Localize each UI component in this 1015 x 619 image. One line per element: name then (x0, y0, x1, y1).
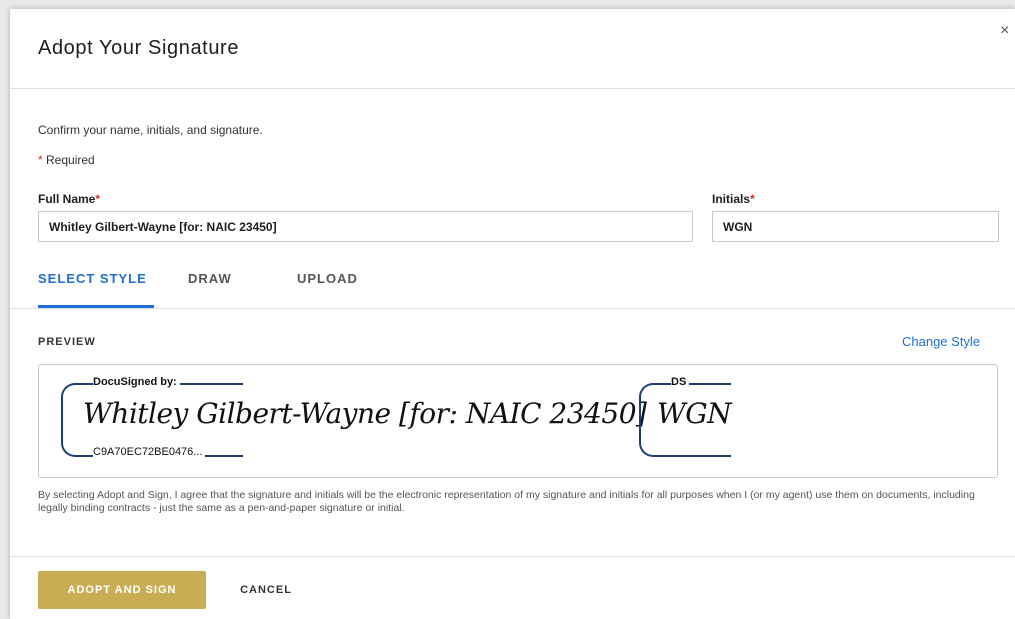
initials-required-star: * (750, 192, 755, 206)
signature-code: C9A70EC72BE0476... (93, 446, 206, 458)
dialog-header: Adopt Your Signature (10, 9, 1015, 89)
signature-header: DocuSigned by: (93, 376, 180, 388)
legal-disclaimer: By selecting Adopt and Sign, I agree tha… (38, 489, 975, 514)
required-label: Required (42, 153, 95, 167)
signature-text: Whitley Gilbert-Wayne [for: NAIC 23450] (83, 397, 647, 430)
tabs-divider (10, 308, 1015, 309)
change-style-link[interactable]: Change Style (902, 334, 980, 349)
required-note: * Required (38, 153, 95, 167)
signature-preview-box: DocuSigned by: Whitley Gilbert-Wayne [fo… (38, 364, 998, 478)
adopt-and-sign-button[interactable]: ADOPT AND SIGN (38, 571, 206, 609)
adopt-signature-dialog: Adopt Your Signature × Confirm your name… (10, 9, 1015, 619)
dialog-title: Adopt Your Signature (38, 37, 240, 59)
cancel-button[interactable]: CANCEL (226, 571, 306, 609)
initials-signature-text: WGN (657, 397, 732, 430)
initials-input[interactable] (712, 211, 999, 242)
initials-header: DS (671, 376, 690, 388)
full-name-label: Full Name* (38, 192, 100, 206)
footer-divider (10, 556, 1015, 557)
tab-draw[interactable]: DRAW (188, 271, 232, 307)
preview-label: PREVIEW (38, 336, 96, 348)
close-icon[interactable]: × (1000, 22, 1009, 40)
full-name-input[interactable] (38, 211, 693, 242)
full-name-label-text: Full Name (38, 192, 96, 206)
instructions-text: Confirm your name, initials, and signatu… (38, 123, 263, 137)
initials-label: Initials* (712, 192, 755, 206)
full-name-required-star: * (95, 192, 101, 206)
initials-label-text: Initials (712, 192, 751, 206)
tab-select-style[interactable]: SELECT STYLE (38, 271, 147, 307)
tab-upload[interactable]: UPLOAD (297, 271, 358, 307)
